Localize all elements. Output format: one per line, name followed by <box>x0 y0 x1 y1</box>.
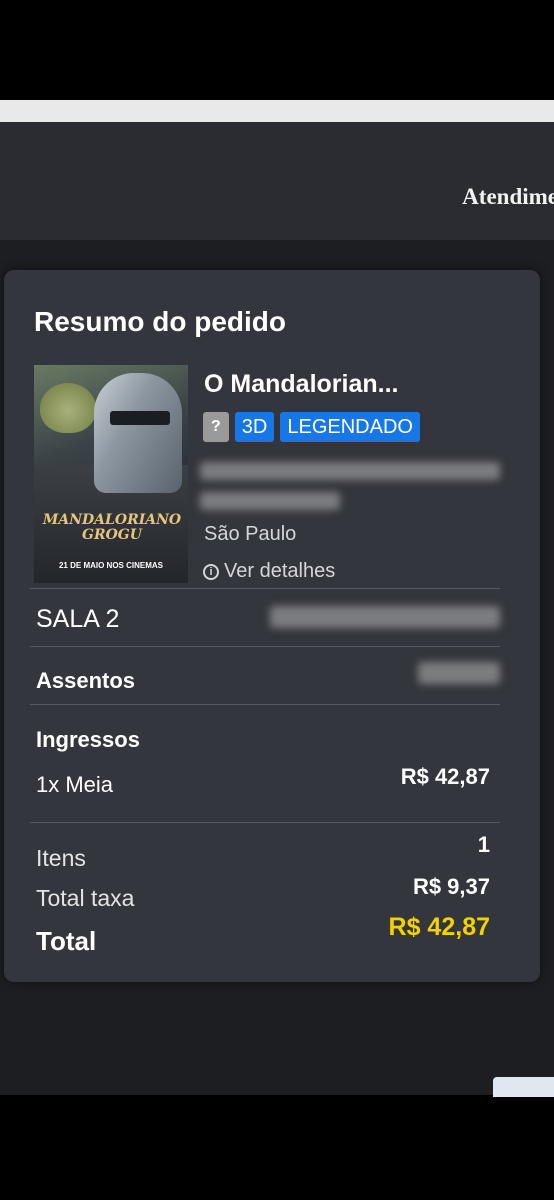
divider <box>30 646 500 647</box>
language-badge: LEGENDADO <box>280 412 420 442</box>
poster-date: 21 DE MAIO NOS CINEMAS <box>58 561 163 570</box>
tickets-label: Ingressos <box>36 727 140 752</box>
corner-button[interactable] <box>493 1077 554 1097</box>
rating-badge: ? <box>203 412 229 442</box>
redacted-cinema-address <box>200 492 340 510</box>
items-label: Itens <box>36 845 86 871</box>
total-label: Total <box>36 926 97 956</box>
fee-value: R$ 9,37 <box>412 874 490 899</box>
divider <box>30 704 500 705</box>
total-value: R$ 42,87 <box>388 913 490 941</box>
photo-frame: Atendime Resumo do pedido MANDALORIANO G… <box>0 0 554 1200</box>
poster-grogu <box>40 383 96 433</box>
order-summary-card: Resumo do pedido MANDALORIANO GROGU 21 D… <box>4 270 540 982</box>
room-label: SALA 2 <box>36 605 120 633</box>
seats-label: Assentos <box>36 668 136 693</box>
info-icon: i <box>203 563 219 580</box>
redacted-seats <box>418 662 500 684</box>
order-summary-title: Resumo do pedido <box>34 306 286 337</box>
redacted-session-time <box>270 606 500 628</box>
fee-label: Total taxa <box>36 885 135 911</box>
movie-poster: MANDALORIANO GROGU 21 DE MAIO NOS CINEMA… <box>34 365 188 583</box>
items-value: 1 <box>477 832 490 857</box>
details-link-label: Ver detalhes <box>224 560 336 582</box>
ticket-line-price: R$ 42,87 <box>400 764 490 789</box>
cinema-city: São Paulo <box>204 523 297 545</box>
poster-visor <box>110 411 170 425</box>
divider <box>30 822 500 823</box>
divider <box>30 588 500 589</box>
poster-helmet <box>94 373 182 493</box>
format-badge: 3D <box>234 412 275 442</box>
movie-title: O Mandalorian... <box>204 370 399 398</box>
ticket-line-label: 1x Meia <box>36 772 114 797</box>
poster-title: MANDALORIANO GROGU <box>42 512 182 543</box>
redacted-cinema-name <box>200 462 500 480</box>
browser-bar <box>0 100 554 122</box>
atendimento-link[interactable]: Atendime <box>462 184 554 210</box>
site-header: Atendime <box>0 122 554 240</box>
details-link[interactable]: i Ver detalhes <box>203 560 335 583</box>
movie-badges: ? 3D LEGENDADO <box>203 412 420 442</box>
